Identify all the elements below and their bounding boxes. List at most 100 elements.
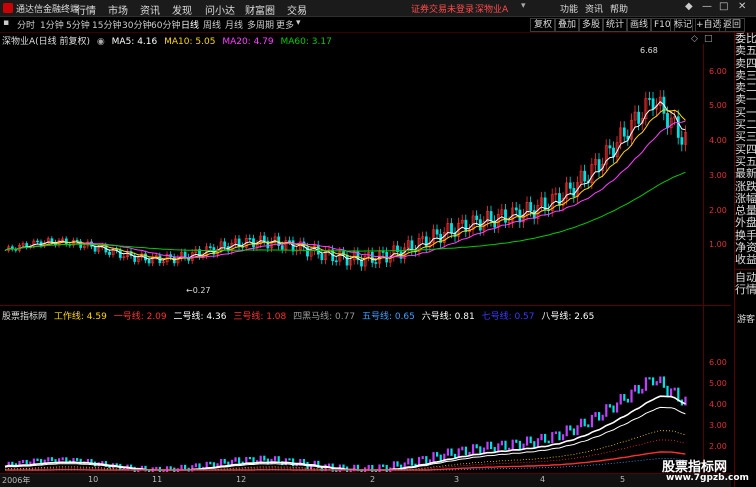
date-tick: 2: [370, 475, 376, 484]
indicator-bar: [533, 441, 536, 448]
more-chevron-icon[interactable]: ▾: [296, 18, 301, 28]
menu-functions[interactable]: 功能: [560, 2, 578, 15]
candle-body: [489, 211, 493, 222]
price-tick: 3.00: [709, 171, 727, 180]
period-1min[interactable]: 1分钟: [40, 18, 64, 31]
indicator-bar: [648, 377, 651, 380]
period-daily[interactable]: 日线: [181, 18, 199, 31]
menu-help[interactable]: 帮助: [610, 2, 628, 15]
multi-stock-button[interactable]: 多股: [578, 18, 605, 32]
indicator-bar: [587, 424, 590, 428]
indicator-bar: [432, 452, 435, 462]
indicator-bar: [572, 428, 575, 436]
menu-news[interactable]: 资讯: [140, 2, 160, 17]
watermark-url: www.7gpzb.com: [666, 473, 749, 483]
indicator-bar: [288, 458, 291, 461]
period-monthly[interactable]: 月线: [225, 18, 243, 31]
indicator-bar: [29, 461, 32, 465]
low-price-label: ←0.27: [186, 286, 211, 295]
pane-divider[interactable]: [0, 305, 731, 306]
indicator-bar: [634, 385, 637, 392]
period-multi[interactable]: 多周期: [247, 18, 274, 31]
quote-field: 收益: [735, 253, 756, 267]
indicator-bar: [450, 448, 453, 456]
chart-expand-icon[interactable]: ◇: [691, 34, 698, 44]
back-button[interactable]: 返回: [719, 18, 746, 32]
indicator-bar: [486, 441, 489, 450]
overlay-button[interactable]: 叠加: [554, 18, 581, 32]
indicator-bar: [630, 389, 633, 403]
candle-body: [504, 209, 507, 223]
close-icon[interactable]: ✕: [738, 1, 746, 12]
adjust-button[interactable]: 复权: [530, 18, 557, 32]
menu-trade[interactable]: 交易: [287, 2, 307, 17]
indicator-bar: [238, 457, 241, 464]
stats-button[interactable]: 统计: [602, 18, 629, 32]
indicator-bar: [446, 448, 449, 456]
candle-body: [183, 251, 187, 258]
expand-icon[interactable]: ▪: [3, 18, 9, 28]
draw-button[interactable]: 画线: [626, 18, 653, 32]
period-intraday[interactable]: 分时: [17, 18, 35, 31]
high-price-label: 6.68: [640, 46, 658, 55]
menu-ask[interactable]: 问小达: [205, 2, 235, 17]
indicator-line: [4, 406, 686, 471]
candle-body: [223, 241, 227, 247]
menu-market[interactable]: 市场: [108, 2, 128, 17]
quote-field: 最新: [735, 167, 756, 181]
indicator-chart[interactable]: [0, 320, 731, 472]
indicator-bar: [166, 466, 169, 472]
candle-body: [410, 240, 414, 251]
period-60min[interactable]: 60分钟: [151, 18, 180, 31]
indicator-bar: [396, 461, 399, 467]
indicator-bar: [403, 462, 406, 471]
candle-body: [262, 235, 266, 242]
menu-info[interactable]: 资讯: [585, 2, 603, 15]
candle-body: [334, 260, 338, 263]
indicator-bar: [590, 414, 593, 428]
quote-field: 外盘: [735, 216, 756, 230]
quote-field: 涨跌: [735, 179, 756, 193]
candle-body: [147, 259, 151, 264]
menu-quotes[interactable]: 行情: [76, 2, 96, 17]
indicator-bar: [274, 456, 277, 461]
login-notice[interactable]: 证券交易未登录: [411, 2, 474, 15]
indicator-bar: [234, 457, 237, 462]
indicator-line: [4, 395, 686, 471]
period-more[interactable]: 更多: [276, 18, 294, 31]
indicator-bar: [659, 376, 662, 384]
candle-body: [666, 113, 669, 129]
period-30min[interactable]: 30分钟: [122, 18, 151, 31]
skin-icon[interactable]: ◆: [685, 1, 693, 12]
candle-body: [680, 137, 684, 145]
current-stock[interactable]: 深物业A: [475, 2, 508, 15]
period-15min[interactable]: 15分钟: [92, 18, 121, 31]
candle-body: [583, 170, 587, 182]
indicator-bar: [666, 385, 669, 397]
indicator-bar: [652, 377, 655, 386]
chart-float-icon[interactable]: □: [704, 34, 713, 44]
title-bar: 通达信金融终端 行情 市场 资讯 发现 问小达 财富圈 交易 证券交易未登录 深…: [0, 0, 756, 17]
candlestick-chart[interactable]: [0, 44, 731, 304]
candle-body: [370, 251, 374, 263]
minimize-icon[interactable]: —: [702, 1, 712, 12]
auto-quote-tab-2[interactable]: 行情: [735, 283, 756, 296]
date-tick: 2006年: [2, 476, 31, 485]
candle-body: [208, 246, 212, 249]
indicator-bar: [562, 434, 565, 441]
indicator-bar: [461, 446, 464, 451]
indicator-bar: [580, 418, 583, 428]
indicator-bar: [641, 388, 644, 394]
price-tick: 1.00: [709, 240, 727, 249]
candle-body: [280, 245, 284, 250]
chevron-down-icon[interactable]: ▾: [521, 1, 526, 11]
period-weekly[interactable]: 周线: [203, 18, 221, 31]
period-5min[interactable]: 5分钟: [66, 18, 90, 31]
indicator-bar: [328, 463, 331, 467]
indicator-bar: [662, 376, 665, 388]
candle-body: [514, 207, 518, 211]
maximize-icon[interactable]: □: [719, 1, 728, 12]
menu-wealth[interactable]: 财富圈: [245, 2, 275, 17]
menu-discover[interactable]: 发现: [172, 2, 192, 17]
guest-user[interactable]: 游客: [735, 314, 756, 326]
